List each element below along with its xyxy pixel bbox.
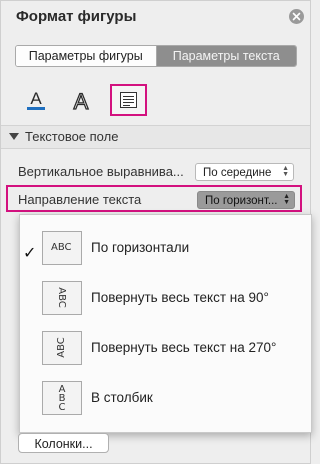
vertical-align-label: Вертикальное выравнива...	[18, 164, 184, 179]
vertical-align-value: По середине	[203, 167, 272, 179]
text-direction-label: Направление текста	[18, 192, 142, 207]
svg-text:A: A	[74, 89, 89, 114]
section-header-textbox[interactable]: Текстовое поле	[1, 125, 310, 149]
rotate-90-preview-icon: ABC	[42, 281, 82, 315]
text-options-toolbar: A A	[1, 83, 312, 117]
section-title: Текстовое поле	[25, 129, 119, 144]
text-direction-select[interactable]: По горизонт... ▲ ▼	[197, 191, 295, 209]
menu-item-label: По горизонтали	[91, 240, 190, 255]
text-direction-value: По горизонт...	[205, 195, 278, 207]
textbox-icon[interactable]	[110, 84, 147, 116]
menu-item-label: Повернуть весь текст на 90°	[91, 290, 269, 305]
menu-item-label: В столбик	[91, 390, 153, 405]
menu-item-label: Повернуть весь текст на 270°	[91, 340, 277, 355]
vertical-align-select[interactable]: По середине ▲ ▼	[195, 163, 294, 181]
checkmark-icon: ✓	[23, 245, 37, 262]
panel-title: Формат фигуры	[16, 8, 137, 25]
columns-button[interactable]: Колонки...	[18, 433, 109, 453]
menu-item-stacked[interactable]: A B C В столбик	[20, 381, 311, 429]
updown-arrows-icon: ▲ ▼	[282, 165, 289, 178]
stacked-preview-icon: A B C	[42, 381, 82, 415]
tab-control: Параметры фигуры Параметры текста	[15, 45, 297, 67]
rotate-270-preview-icon: ABC	[42, 331, 82, 365]
text-fill-icon[interactable]: A	[25, 89, 47, 113]
menu-item-rotate-90[interactable]: ABC Повернуть весь текст на 90°	[20, 281, 311, 329]
format-shape-panel: Формат фигуры Параметры фигуры Параметры…	[0, 0, 312, 464]
tab-shape-options[interactable]: Параметры фигуры	[16, 46, 157, 66]
horizontal-preview-icon: ABC	[42, 231, 82, 265]
textbox-glyph	[120, 92, 137, 108]
svg-text:A: A	[30, 89, 42, 108]
tab-text-options[interactable]: Параметры текста	[156, 46, 296, 66]
text-outline-icon[interactable]: A	[69, 88, 93, 114]
updown-arrows-icon: ▲ ▼	[283, 193, 290, 206]
menu-item-rotate-270[interactable]: ABC Повернуть весь текст на 270°	[20, 331, 311, 379]
close-icon[interactable]	[289, 9, 304, 24]
menu-item-horizontal[interactable]: ✓ ABC По горизонтали	[20, 231, 311, 279]
disclosure-triangle-icon	[9, 133, 19, 140]
text-direction-menu: ✓ ABC По горизонтали ABC Повернуть весь …	[19, 214, 312, 433]
